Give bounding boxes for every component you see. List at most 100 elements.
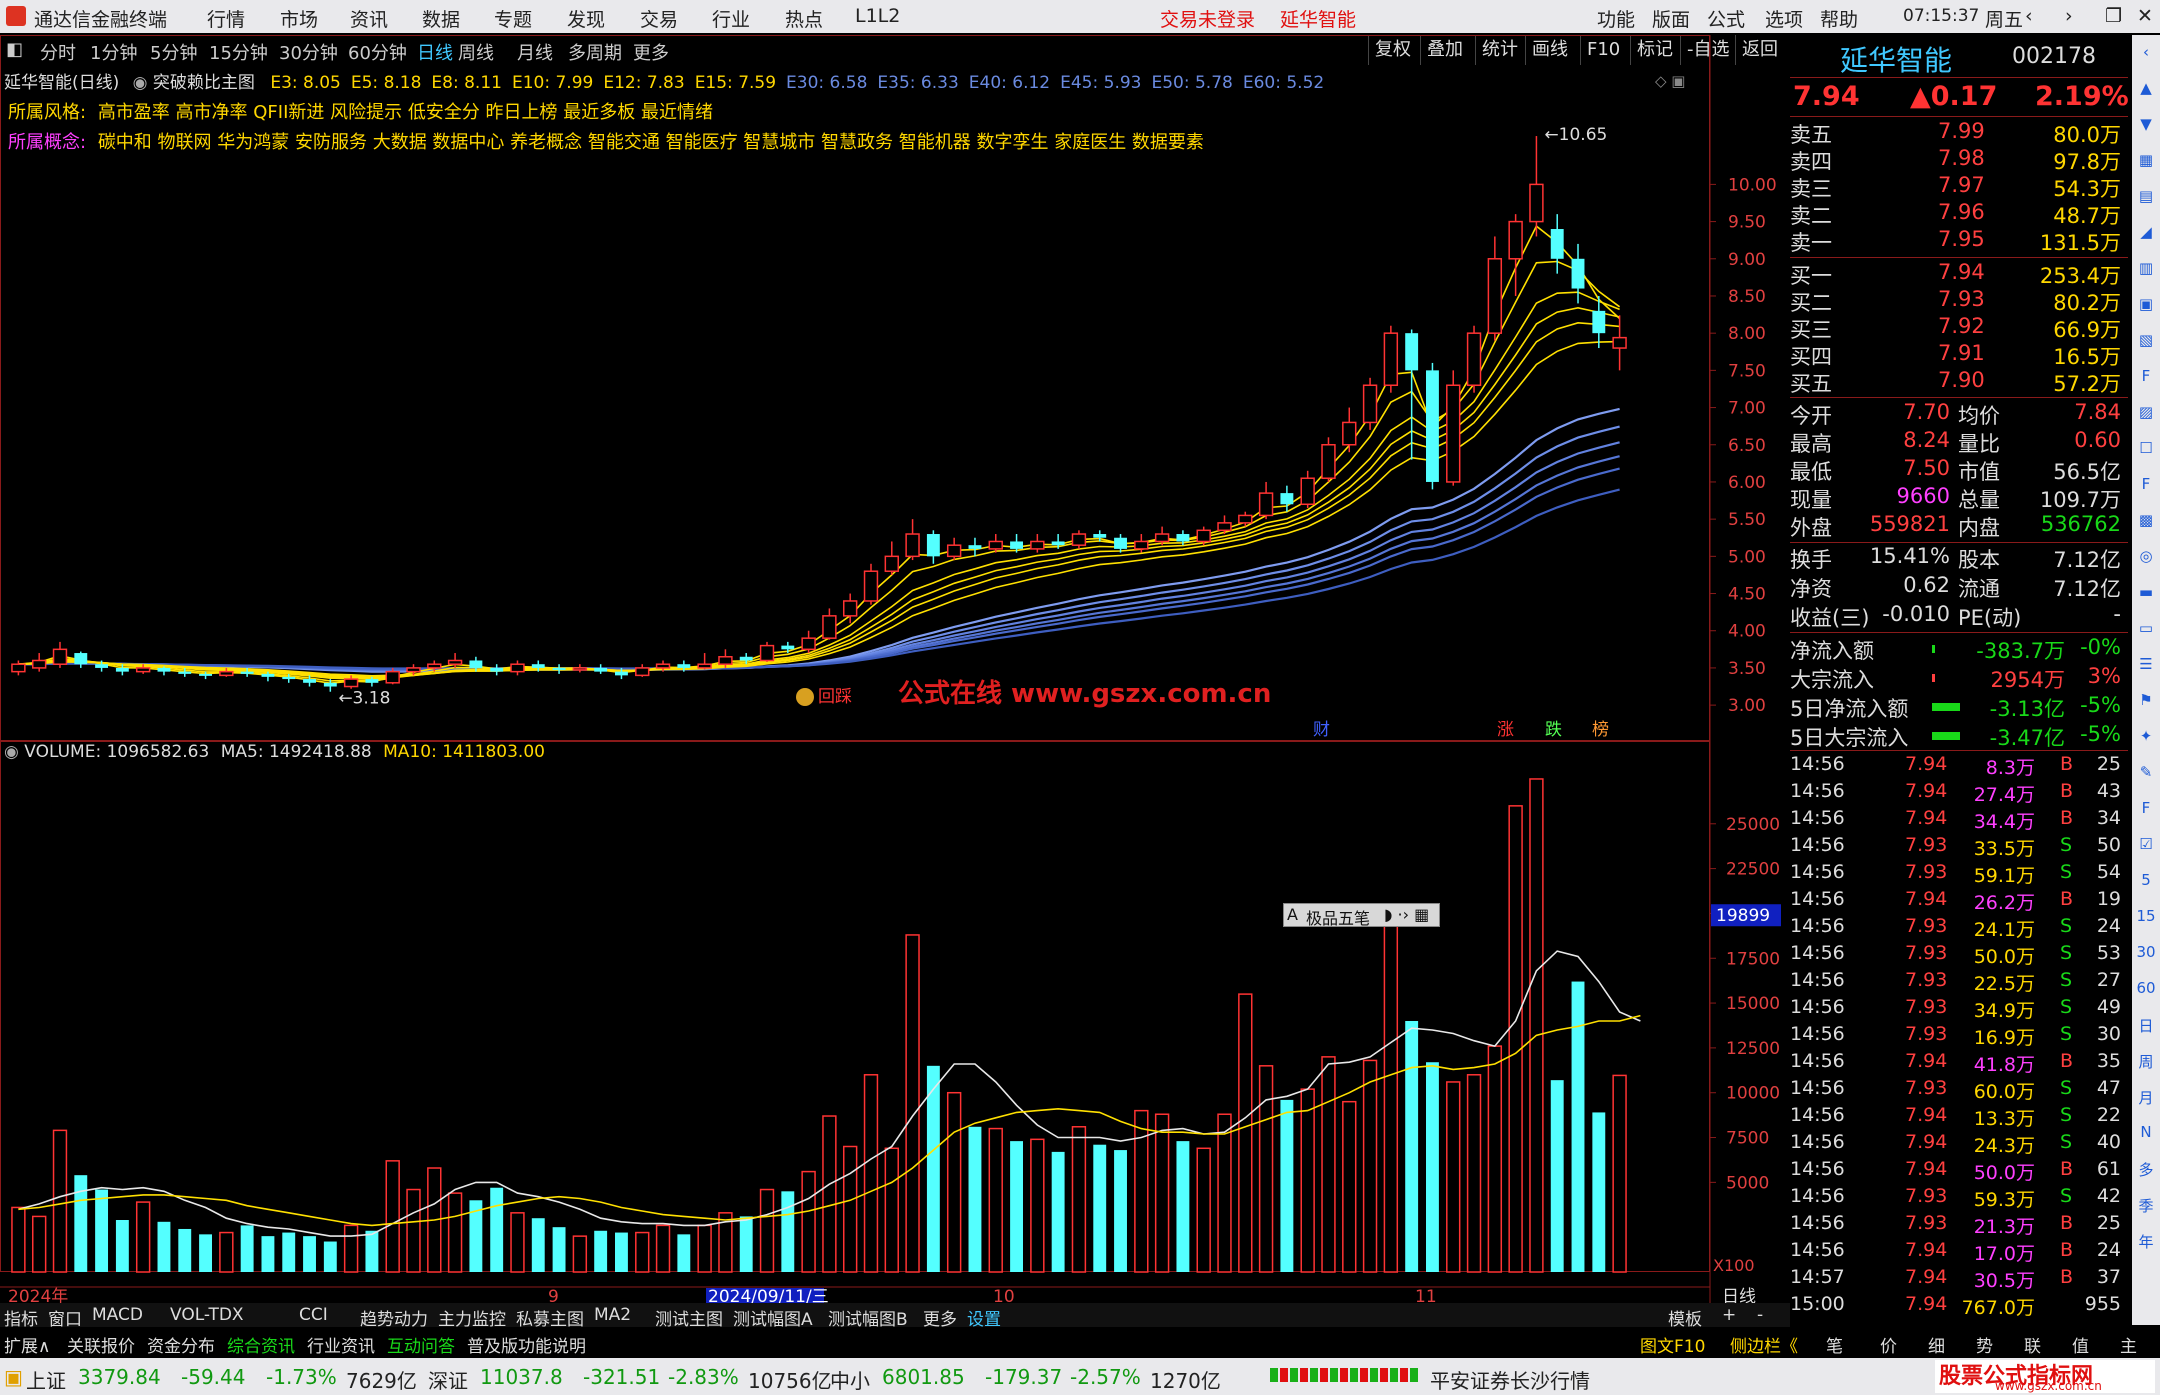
index-name[interactable]: 上证: [26, 1365, 66, 1394]
volume-bar[interactable]: [385, 1160, 400, 1273]
template-btn-1[interactable]: +: [1722, 1305, 1736, 1325]
candle[interactable]: [905, 519, 920, 561]
volume-bar[interactable]: [1342, 1100, 1357, 1273]
candle[interactable]: [988, 534, 1003, 553]
ask-row[interactable]: 卖一 7.95 131.5万: [1790, 227, 2125, 255]
volume-bar[interactable]: [1529, 778, 1544, 1273]
side-icon-25[interactable]: 30: [2136, 943, 2156, 963]
candle[interactable]: [697, 653, 712, 670]
volume-bar[interactable]: [572, 1235, 588, 1273]
volume-bar[interactable]: [1446, 1081, 1461, 1273]
template-btn-0[interactable]: 模板: [1668, 1305, 1702, 1330]
side-icon-9[interactable]: F: [2136, 367, 2156, 387]
menu-5[interactable]: 发现: [567, 5, 605, 32]
input-method-bar[interactable]: A 极品五笔 ◗ ·› ▦: [1283, 903, 1440, 928]
side-icon-0[interactable]: ‹: [2136, 43, 2156, 63]
menu-1[interactable]: 市场: [280, 5, 318, 32]
volume-bar[interactable]: [552, 1227, 566, 1272]
right-menu-4[interactable]: 帮助: [1820, 5, 1858, 32]
volume-bar[interactable]: [1196, 1147, 1211, 1273]
volume-bar[interactable]: [406, 1188, 421, 1273]
side-icon-4[interactable]: ▤: [2136, 187, 2156, 207]
volume-bar[interactable]: [240, 1225, 254, 1272]
ask-row[interactable]: 卖二 7.96 48.7万: [1790, 200, 2125, 228]
candle[interactable]: [884, 541, 899, 575]
volume-bar[interactable]: [1592, 1112, 1606, 1272]
panel-tab-6[interactable]: 联: [2024, 1332, 2041, 1357]
close-icon[interactable]: ✕: [2137, 5, 2153, 27]
back-icon[interactable]: ‹: [2025, 5, 2033, 27]
menu-6[interactable]: 交易: [640, 5, 678, 32]
candle[interactable]: [801, 630, 816, 654]
indicator-tab-7[interactable]: 私募主图: [516, 1305, 584, 1330]
candle[interactable]: [572, 664, 588, 673]
indicator-tab-12[interactable]: 更多: [923, 1305, 957, 1330]
volume-bar[interactable]: [1010, 1141, 1023, 1272]
volume-bar[interactable]: [52, 1129, 68, 1273]
volume-bar[interactable]: [905, 934, 920, 1273]
volume-bar[interactable]: [1466, 1074, 1482, 1273]
forward-icon[interactable]: ›: [2065, 5, 2073, 27]
volume-bar[interactable]: [968, 1126, 982, 1272]
candle[interactable]: [490, 664, 504, 676]
volume-bar[interactable]: [178, 1228, 192, 1272]
right-menu-0[interactable]: 功能: [1597, 5, 1635, 32]
volume-bar[interactable]: [115, 1220, 129, 1272]
volume-bar[interactable]: [1134, 1109, 1149, 1273]
volume-bar[interactable]: [615, 1232, 628, 1272]
volume-bar[interactable]: [863, 1074, 879, 1273]
candle[interactable]: [822, 608, 837, 640]
candle[interactable]: [1342, 407, 1357, 453]
status-menu-icon[interactable]: ▣: [4, 1365, 23, 1389]
side-icon-11[interactable]: ☐: [2136, 439, 2156, 459]
indicator-tab-6[interactable]: 主力监控: [438, 1305, 506, 1330]
volume-bar[interactable]: [697, 1224, 712, 1273]
restore-icon[interactable]: ❐: [2105, 5, 2122, 27]
volume-bar[interactable]: [95, 1189, 109, 1272]
volume-bar[interactable]: [635, 1231, 650, 1273]
volume-bar[interactable]: [510, 1212, 525, 1273]
candle[interactable]: [1487, 236, 1503, 341]
volume-bar[interactable]: [282, 1232, 296, 1272]
volume-bar[interactable]: [1114, 1150, 1127, 1272]
side-icon-24[interactable]: 15: [2136, 907, 2156, 927]
event-marker[interactable]: 跌: [1545, 720, 1562, 740]
indicator-tab-3[interactable]: VOL-TDX: [170, 1305, 244, 1325]
indicator-tab-0[interactable]: 指标: [4, 1305, 38, 1330]
side-icon-17[interactable]: ☰: [2136, 655, 2156, 675]
menu-2[interactable]: 资讯: [350, 5, 388, 32]
candle[interactable]: [510, 660, 525, 676]
candle[interactable]: [1466, 325, 1482, 393]
side-icon-14[interactable]: ◎: [2136, 547, 2156, 567]
event-marker[interactable]: 涨: [1497, 720, 1514, 740]
volume-bar[interactable]: [157, 1221, 171, 1272]
info-tab-6[interactable]: 普及版功能说明: [467, 1332, 586, 1357]
volume-bar[interactable]: [1051, 1151, 1065, 1272]
volume-bar[interactable]: [1030, 1138, 1045, 1273]
candle[interactable]: [1071, 530, 1087, 549]
side-icon-21[interactable]: F: [2136, 799, 2156, 819]
index-name[interactable]: 中小: [830, 1365, 870, 1394]
volume-bar[interactable]: [884, 1147, 899, 1273]
menu-7[interactable]: 行业: [712, 5, 750, 32]
side-icon-16[interactable]: ▭: [2136, 619, 2156, 639]
volume-bar[interactable]: [801, 1170, 816, 1273]
candle[interactable]: [1446, 370, 1461, 486]
volume-bar[interactable]: [1300, 1088, 1315, 1273]
volume-bar[interactable]: [74, 1175, 88, 1272]
volume-bar[interactable]: [323, 1241, 337, 1272]
indicator-tab-9[interactable]: 测试主图: [655, 1305, 723, 1330]
volume-bar[interactable]: [1258, 1065, 1274, 1273]
panel-tab-0[interactable]: 图文F10: [1640, 1332, 1705, 1357]
side-icon-19[interactable]: ✦: [2136, 727, 2156, 747]
menu-0[interactable]: 行情: [207, 5, 245, 32]
bid-row[interactable]: 买五 7.90 57.2万: [1790, 368, 2125, 396]
side-icon-28[interactable]: 周: [2136, 1051, 2156, 1071]
side-icon-8[interactable]: ▧: [2136, 331, 2156, 351]
menu-4[interactable]: 专题: [494, 5, 532, 32]
info-tab-1[interactable]: 关联报价: [67, 1332, 135, 1357]
volume-bar[interactable]: [822, 1115, 837, 1273]
side-icon-3[interactable]: ▦: [2136, 151, 2156, 171]
side-icon-18[interactable]: ⚑: [2136, 691, 2156, 711]
volume-bar[interactable]: [11, 1206, 26, 1273]
